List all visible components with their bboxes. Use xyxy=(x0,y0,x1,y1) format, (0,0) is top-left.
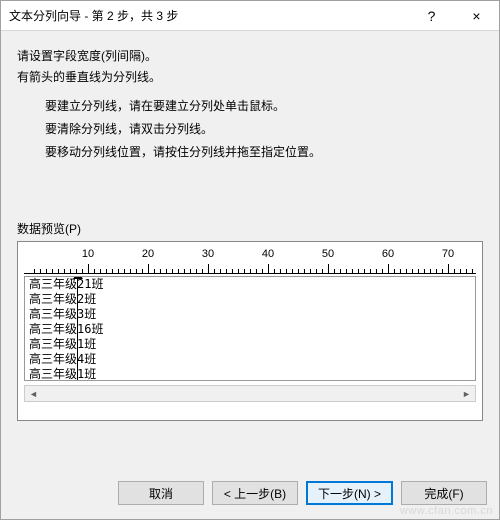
finish-button[interactable]: 完成(F) xyxy=(401,481,487,505)
help-button[interactable]: ? xyxy=(409,1,454,31)
data-row: 高三年级2班 xyxy=(25,292,475,307)
ruler[interactable]: 10 20 30 40 50 60 70 xyxy=(24,248,476,274)
ruler-tick-label: 50 xyxy=(322,248,334,260)
ruler-tick-label: 20 xyxy=(142,248,154,260)
back-button[interactable]: < 上一步(B) xyxy=(212,481,298,505)
horizontal-scrollbar[interactable]: ◄ ► xyxy=(24,385,476,402)
window-title: 文本分列向导 - 第 2 步，共 3 步 xyxy=(9,7,409,24)
data-preview-box: 10 20 30 40 50 60 70 高三年级21班高三年级2班高三年级3班高三年级16… xyxy=(17,241,483,421)
titlebar: 文本分列向导 - 第 2 步，共 3 步 ? × xyxy=(1,1,499,31)
instruction-line-3: 要移动分列线位置，请按住分列线并拖至指定位置。 xyxy=(45,143,483,160)
data-row: 高三年级4班 xyxy=(25,352,475,367)
column-break-arrow-icon xyxy=(73,276,83,279)
instructions: 要建立分列线，请在要建立分列处单击鼠标。 要清除分列线，请双击分列线。 要移动分… xyxy=(45,97,483,160)
instruction-line-2: 要清除分列线，请双击分列线。 xyxy=(45,120,483,137)
button-row: 取消 < 上一步(B) 下一步(N) > 完成(F) xyxy=(118,481,487,505)
ruler-tick-label: 60 xyxy=(382,248,394,260)
header-line-1: 请设置字段宽度(列间隔)。 xyxy=(17,47,483,64)
close-button[interactable]: × xyxy=(454,1,499,31)
dialog-body: 请设置字段宽度(列间隔)。 有箭头的垂直线为分列线。 要建立分列线，请在要建立分… xyxy=(1,31,499,421)
wizard-window: 文本分列向导 - 第 2 步，共 3 步 ? × 请设置字段宽度(列间隔)。 有… xyxy=(0,0,500,520)
data-row: 高三年级1班 xyxy=(25,337,475,352)
data-row: 高三年级21班 xyxy=(25,277,475,292)
ruler-tick-label: 70 xyxy=(442,248,454,260)
ruler-tick-label: 40 xyxy=(262,248,274,260)
cancel-button[interactable]: 取消 xyxy=(118,481,204,505)
data-row: 高三年级3班 xyxy=(25,307,475,322)
scroll-right-icon[interactable]: ► xyxy=(458,386,475,401)
instruction-line-1: 要建立分列线，请在要建立分列处单击鼠标。 xyxy=(45,97,483,114)
data-row: 高三年级16班 xyxy=(25,322,475,337)
next-button[interactable]: 下一步(N) > xyxy=(306,481,393,505)
ruler-tick-label: 10 xyxy=(82,248,94,260)
data-preview-label: 数据预览(P) xyxy=(17,220,483,237)
ruler-baseline xyxy=(24,273,476,274)
data-row: 高三年级1班 xyxy=(25,367,475,381)
scroll-left-icon[interactable]: ◄ xyxy=(25,386,42,401)
watermark-text: www.cfan.com.cn xyxy=(400,505,493,517)
column-break-line[interactable] xyxy=(77,277,78,380)
scroll-track[interactable] xyxy=(42,386,458,401)
data-area[interactable]: 高三年级21班高三年级2班高三年级3班高三年级16班高三年级1班高三年级4班高三… xyxy=(24,276,476,381)
header-line-2: 有箭头的垂直线为分列线。 xyxy=(17,68,483,85)
ruler-tick-label: 30 xyxy=(202,248,214,260)
